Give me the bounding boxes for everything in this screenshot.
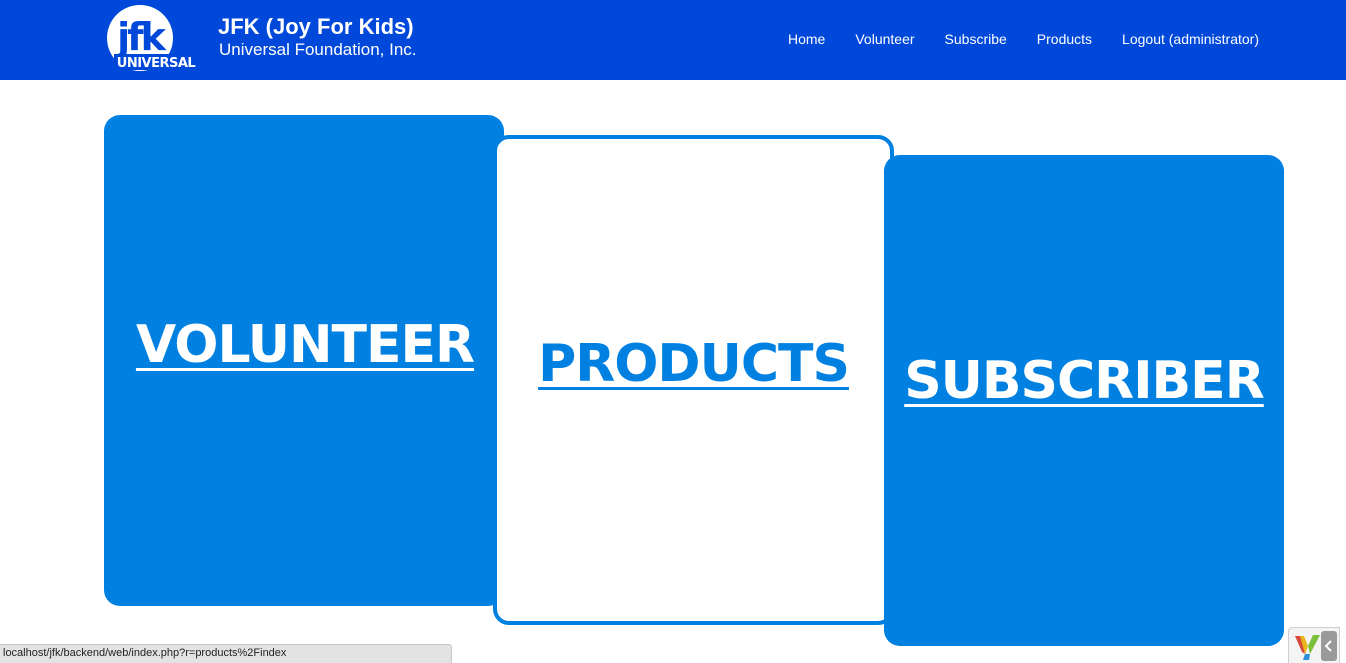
products-link[interactable]: PRODUCTS (538, 334, 850, 394)
volunteer-card[interactable]: VOLUNTEER (104, 115, 504, 606)
svg-text:jfk: jfk (115, 15, 167, 59)
nav-logout[interactable]: Logout (administrator) (1122, 31, 1259, 49)
volunteer-link[interactable]: VOLUNTEER (136, 315, 475, 375)
chevron-left-icon (1324, 640, 1332, 652)
nav-home[interactable]: Home (788, 31, 825, 49)
main-nav: Home Volunteer Subscribe Products Logout… (758, 0, 1259, 80)
brand-title: JFK (Joy For Kids) (218, 14, 414, 39)
products-card[interactable]: PRODUCTS (493, 135, 894, 625)
toolbar-toggle-button[interactable] (1321, 631, 1337, 661)
yii-logo-icon[interactable] (1292, 632, 1322, 662)
nav-volunteer[interactable]: Volunteer (855, 31, 914, 49)
subscriber-link[interactable]: SUBSCRIBER (904, 351, 1265, 411)
svg-text:UNIVERSAL: UNIVERSAL (117, 56, 196, 71)
top-navbar: jfk UNIVERSAL JFK (Joy For Kids) Univers… (0, 0, 1346, 80)
browser-status-bar: localhost/jfk/backend/web/index.php?r=pr… (0, 644, 452, 663)
yii-debug-toolbar[interactable] (1288, 627, 1340, 663)
brand: JFK (Joy For Kids) Universal Foundation,… (218, 14, 417, 60)
nav-subscribe[interactable]: Subscribe (945, 31, 1007, 49)
nav-products[interactable]: Products (1037, 31, 1092, 49)
subscriber-card[interactable]: SUBSCRIBER (884, 155, 1284, 646)
brand-subtitle: Universal Foundation, Inc. (219, 40, 417, 59)
jfk-universal-logo[interactable]: jfk UNIVERSAL (106, 4, 202, 76)
